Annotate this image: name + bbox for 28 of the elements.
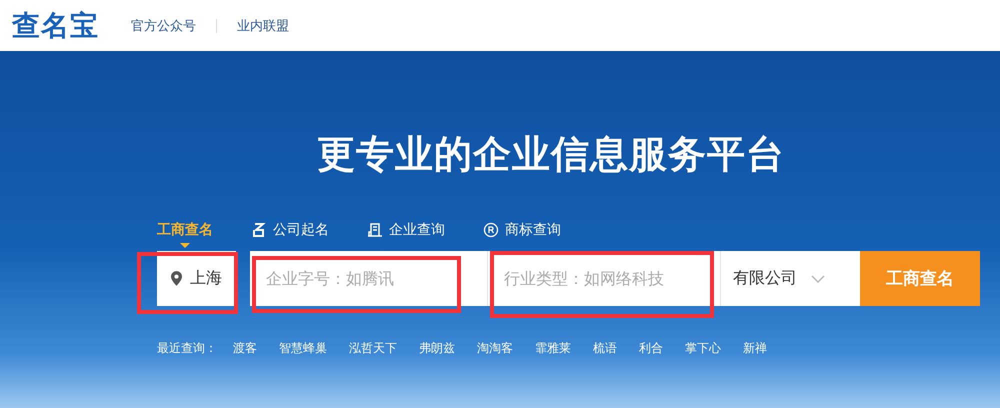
search-tab[interactable]: 企业查询 bbox=[367, 221, 445, 249]
recent-query-link[interactable]: 利合 bbox=[639, 340, 663, 357]
recent-query-link[interactable]: 弗朗兹 bbox=[419, 340, 455, 357]
header-link[interactable]: 官方公众号 bbox=[131, 16, 196, 34]
logo[interactable]: 查名宝 bbox=[12, 6, 99, 44]
company-name-field[interactable]: 企业字号：如腾讯 bbox=[250, 251, 487, 306]
recent-query-link[interactable]: 掌下心 bbox=[685, 340, 721, 357]
chevron-down-icon bbox=[811, 274, 825, 282]
company-type-dropdown[interactable]: 有限公司 bbox=[721, 251, 860, 306]
recent-label: 最近查询： bbox=[157, 340, 217, 357]
search-tab[interactable]: 商标查询 bbox=[483, 221, 561, 249]
recent-query-link[interactable]: 智慧蜂巢 bbox=[279, 340, 327, 357]
hero-title: 更专业的企业信息服务平台 bbox=[317, 131, 786, 178]
trademark-icon bbox=[483, 222, 499, 238]
search-button[interactable]: 工商查名 bbox=[860, 251, 980, 306]
recent-query-link[interactable]: 渡客 bbox=[233, 340, 257, 357]
building-icon bbox=[367, 222, 383, 238]
search-tab[interactable]: 公司起名 bbox=[251, 221, 329, 249]
recent-query-link[interactable]: 淘淘客 bbox=[477, 340, 513, 357]
industry-field[interactable]: 行业类型：如网络科技 bbox=[488, 251, 720, 306]
recent-query-link[interactable]: 梳语 bbox=[593, 340, 617, 357]
recent-query-link[interactable]: 泓哲天下 bbox=[349, 340, 397, 357]
recent-query-link[interactable]: 新禅 bbox=[743, 340, 767, 357]
name-icon bbox=[251, 222, 267, 238]
header-link[interactable]: 业内联盟 bbox=[237, 16, 289, 34]
recent-query-link[interactable]: 霏雅莱 bbox=[535, 340, 571, 357]
location-pin-icon bbox=[171, 271, 182, 286]
location-selector[interactable]: 上海 bbox=[157, 251, 236, 306]
